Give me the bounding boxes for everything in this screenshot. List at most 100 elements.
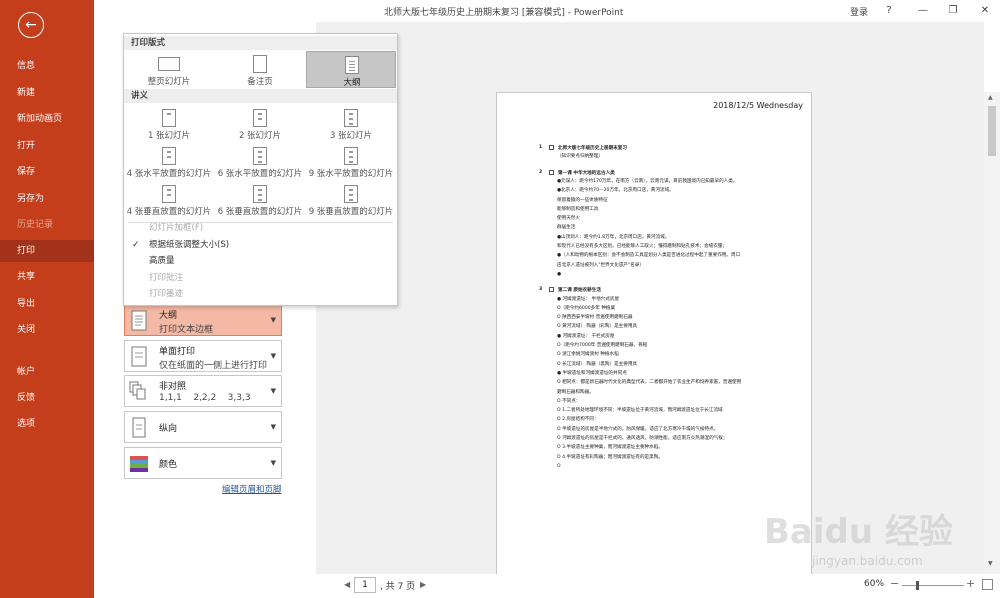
outline-line: O 1.二者所处地理环境不同：半坡遗址位于黄河流域，而河姆渡遗址位于长江流域 — [557, 408, 723, 413]
handout-option[interactable]: 3 张幻灯片 — [306, 105, 396, 142]
print-layout-select[interactable]: 大纲 打印文本边框 ▼ — [124, 304, 282, 336]
scroll-down-icon[interactable]: ▼ — [988, 560, 993, 567]
page-total: , 共 7 页 — [380, 582, 416, 592]
handout-icon — [253, 147, 267, 165]
collate-select[interactable]: 非对照 1,1,1 2,2,2 3,3,3 ▼ — [124, 375, 282, 407]
print-option-label: 打印墨迹 — [149, 289, 184, 299]
layout-option[interactable]: 整页幻灯片 — [124, 51, 214, 88]
preview-scrollbar[interactable]: ▲ ▼ — [984, 92, 1000, 574]
outline-line: ● 半坡遗址和河姆渡遗址的共同点 — [557, 371, 627, 376]
slide-number: 3 — [539, 287, 543, 293]
print-option[interactable]: 高质量 — [124, 254, 397, 269]
nav-item[interactable]: 新加动画页 — [0, 108, 94, 130]
nav-item[interactable]: 另存为 — [0, 188, 94, 210]
print-option: 打印墨迹 — [124, 287, 397, 302]
print-sides-select[interactable]: 单面打印 仅在纸面的一侧上进行打印 ▼ — [124, 340, 282, 372]
handout-option[interactable]: 1 张幻灯片 — [124, 105, 214, 142]
handout-option[interactable]: 6 张水平放置的幻灯片 — [215, 143, 305, 180]
color-icon — [129, 453, 149, 475]
edit-header-footer-link[interactable]: 编辑页眉和页脚 — [222, 483, 282, 495]
handout-icon — [344, 109, 358, 127]
portrait-icon — [129, 417, 149, 439]
outline-line: O 陕西西安半坡村 普遍使用磨制石器 — [557, 315, 632, 320]
scroll-up-icon[interactable]: ▲ — [988, 94, 993, 101]
nav-item[interactable]: 共享 — [0, 266, 94, 288]
chevron-down-icon: ▼ — [270, 459, 276, 467]
outline-text: 使用天然火 — [557, 216, 580, 222]
nav-item[interactable]: 关闭 — [0, 319, 94, 341]
slide-number: 2 — [539, 169, 543, 175]
handout-option[interactable]: 4 张垂直放置的幻灯片 — [124, 181, 214, 218]
outline-line: O 2.房屋结构不同： — [557, 417, 599, 422]
handout-option[interactable]: 9 张水平放置的幻灯片 — [306, 143, 396, 180]
chevron-down-icon: ▼ — [270, 387, 276, 395]
orientation-select[interactable]: 纵向 ▼ — [124, 411, 282, 443]
outline-line: 磨制石器和陶器。 — [557, 390, 594, 395]
outline-line: O 长江流域） 陶器（黑陶）是主要用具 — [557, 362, 637, 367]
layout-option[interactable]: 备注页 — [215, 51, 305, 88]
help-button[interactable]: ? — [878, 2, 900, 20]
outline-text: 第一课 中华大地的远古人类 — [558, 170, 615, 176]
handout-option-label: 6 张水平放置的幻灯片 — [217, 169, 303, 179]
print-preview-area: 2018/12/5 Wednesday 1 北师大版七年级历史上册期末复习 （知识要… — [316, 22, 984, 586]
slide-box-icon — [549, 169, 554, 175]
color-select[interactable]: 颜色 ▼ — [124, 447, 282, 479]
outline-text: O 1.二者所处地理环境不同：半坡遗址位于黄河流域，而河姆渡遗址位于长江流域 — [557, 408, 723, 414]
outline-text: O 陕西西安半坡村 普遍使用磨制石器 — [557, 315, 633, 321]
previous-page-button[interactable]: ◀ — [344, 580, 350, 589]
title-bar: 北师大版七年级历史上册期末复习 [兼容模式] - PowerPoint 登录 ?… — [94, 0, 1000, 22]
print-option-label: 根据纸张调整大小(S) — [149, 239, 230, 250]
next-page-button[interactable]: ▶ — [420, 580, 426, 589]
outline-text: O — [557, 463, 561, 469]
minimize-button[interactable]: — — [912, 2, 934, 20]
page-number-input[interactable]: 1 — [354, 577, 376, 593]
outline-layout-icon — [129, 310, 149, 332]
nav-item[interactable]: 打印 — [0, 240, 94, 262]
zoom-in-button[interactable]: + — [966, 577, 975, 590]
outline-text: ●山顶洞人：距今约1.8万年，北京周口店，黄河流域。 — [557, 234, 670, 240]
setting-title: 大纲 — [159, 311, 178, 321]
outline-line: O 浙江余姚河姆渡村 种植水稻 — [557, 352, 619, 357]
nav-item[interactable]: 导出 — [0, 293, 94, 315]
nav-item[interactable]: 选项 — [0, 413, 94, 435]
outline-line: O（距今约7000年 普遍使用磨制石器，骨耜 — [557, 343, 647, 348]
slide-box-icon — [549, 145, 554, 150]
nav-item[interactable]: 打开 — [0, 135, 94, 157]
outline-text: 店北京人遗址被列入"世界文化遗产"名录） — [557, 262, 644, 268]
handout-option[interactable]: 6 张垂直放置的幻灯片 — [215, 181, 305, 218]
back-button[interactable]: ← — [18, 12, 44, 38]
handout-option[interactable]: 9 张垂直放置的幻灯片 — [306, 181, 396, 218]
nav-item[interactable]: 反馈 — [0, 387, 94, 409]
nav-item[interactable]: 帐户 — [0, 361, 94, 383]
zoom-percent[interactable]: 60% — [864, 579, 884, 589]
handout-option-label: 4 张水平放置的幻灯片 — [126, 169, 212, 179]
nav-item[interactable]: 新建 — [0, 82, 94, 104]
arrow-left-icon: ← — [25, 17, 37, 33]
sign-in-link[interactable]: 登录 — [850, 5, 868, 18]
handout-icon — [253, 185, 267, 203]
slide-box-icon — [549, 287, 554, 293]
chevron-down-icon: ▼ — [270, 352, 276, 360]
close-button[interactable]: ✕ — [974, 2, 996, 20]
scroll-thumb[interactable] — [988, 106, 996, 156]
outline-line: O — [557, 464, 561, 469]
uncollated-icon — [129, 381, 149, 403]
zoom-slider-track[interactable] — [902, 585, 964, 586]
restore-button[interactable]: ❐ — [942, 2, 964, 20]
handout-option[interactable]: 4 张水平放置的幻灯片 — [124, 143, 214, 180]
handout-option[interactable]: 2 张幻灯片 — [215, 105, 305, 142]
nav-item[interactable]: 保存 — [0, 161, 94, 183]
handout-option-label: 3 张幻灯片 — [329, 131, 373, 141]
handout-icon — [344, 147, 358, 165]
outline-text: ●元谋人：距今约170万年，在南方（云南），云南元谋，目前我国境内已知最早的人类… — [557, 178, 738, 184]
layout-option[interactable]: 大纲 — [306, 51, 396, 88]
print-option[interactable]: ✓ 根据纸张调整大小(S) — [124, 238, 397, 253]
zoom-slider-thumb[interactable] — [916, 581, 920, 590]
print-option-label: 高质量 — [149, 256, 175, 266]
nav-item: 历史记录 — [17, 220, 54, 230]
handout-option-label: 9 张水平放置的幻灯片 — [308, 169, 394, 179]
nav-item[interactable]: 信息 — [0, 55, 94, 77]
fit-to-window-icon[interactable] — [982, 579, 993, 590]
outline-line: 群居生活 — [557, 225, 575, 230]
watermark-url: jingyan.baidu.com — [812, 554, 923, 568]
